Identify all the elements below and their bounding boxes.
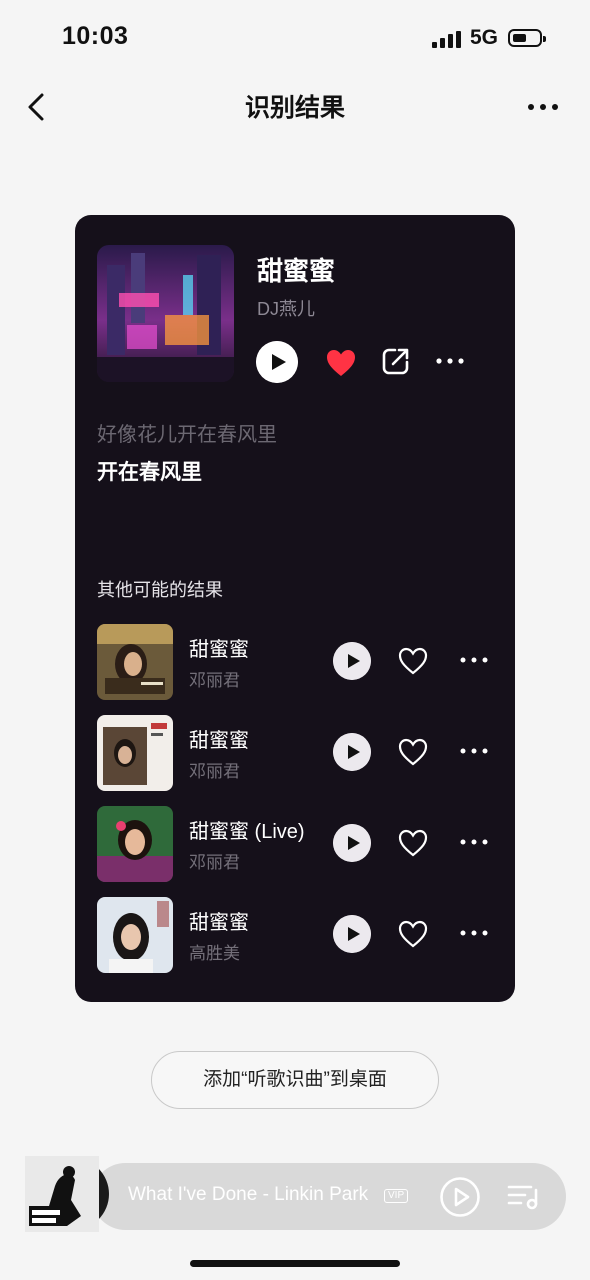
album-thumb: [97, 897, 173, 973]
others-title: 其他可能的结果: [97, 580, 223, 600]
play-icon[interactable]: [333, 824, 371, 862]
album-disc[interactable]: [25, 1156, 111, 1232]
now-playing-text: What I've Done - Linkin Park: [128, 1184, 369, 1205]
list-item[interactable]: 甜蜜蜜 邓丽君: [75, 715, 515, 791]
album-thumb: [97, 806, 173, 882]
heart-outline-icon[interactable]: [397, 828, 429, 858]
mini-player[interactable]: What I've Done - Linkin Park VIP: [92, 1163, 566, 1230]
heart-outline-icon[interactable]: [397, 919, 429, 949]
item-title: 甜蜜蜜 (Live): [189, 821, 305, 843]
album-thumb: [97, 715, 173, 791]
play-icon[interactable]: [333, 915, 371, 953]
result-card: 甜蜜蜜 DJ燕儿 好像花儿开在春风里 开在春风里 其他可能的结果 甜蜜蜜 邓丽君: [75, 215, 515, 1002]
list-item[interactable]: 甜蜜蜜 (Live) 邓丽君: [75, 806, 515, 882]
more-icon[interactable]: [435, 350, 465, 372]
list-item[interactable]: 甜蜜蜜 邓丽君: [75, 624, 515, 700]
lyric-line: 好像花儿开在春风里: [97, 424, 277, 446]
share-icon[interactable]: [381, 346, 411, 376]
more-icon[interactable]: [459, 923, 489, 943]
heart-filled-icon[interactable]: [325, 348, 357, 378]
signal-icon: [432, 31, 462, 48]
page-title: 识别结果: [244, 94, 345, 122]
lyric-line-current: 开在春风里: [97, 461, 202, 484]
add-to-desktop-button[interactable]: 添加“听歌识曲”到桌面: [151, 1051, 439, 1109]
play-icon[interactable]: [439, 1176, 481, 1218]
item-title: 甜蜜蜜: [189, 639, 249, 661]
vip-badge: VIP: [384, 1189, 409, 1203]
playlist-icon[interactable]: [507, 1182, 541, 1212]
list-item[interactable]: 甜蜜蜜 高胜美: [75, 897, 515, 973]
song-title: 甜蜜蜜: [257, 256, 336, 286]
item-title: 甜蜜蜜: [189, 912, 249, 934]
status-time: 10:03: [62, 22, 129, 50]
item-artist: 高胜美: [189, 944, 240, 963]
status-bar: 10:03 5G: [0, 0, 590, 80]
play-button[interactable]: [256, 341, 298, 383]
more-icon[interactable]: [459, 650, 489, 670]
song-artist[interactable]: DJ燕儿: [257, 295, 315, 321]
more-icon[interactable]: [526, 92, 560, 122]
heart-outline-icon[interactable]: [397, 646, 429, 676]
item-artist: 邓丽君: [189, 671, 240, 690]
album-thumb: [97, 624, 173, 700]
item-artist: 邓丽君: [189, 762, 240, 781]
network-label: 5G: [470, 26, 499, 49]
more-icon[interactable]: [459, 741, 489, 761]
heart-outline-icon[interactable]: [397, 737, 429, 767]
home-indicator: [190, 1260, 400, 1267]
play-icon[interactable]: [333, 642, 371, 680]
more-icon[interactable]: [459, 832, 489, 852]
item-title: 甜蜜蜜: [189, 730, 249, 752]
album-cover[interactable]: [97, 245, 234, 382]
play-icon[interactable]: [333, 733, 371, 771]
nav-header: 识别结果: [0, 80, 590, 138]
item-artist: 邓丽君: [189, 853, 240, 872]
battery-icon: [508, 29, 546, 47]
